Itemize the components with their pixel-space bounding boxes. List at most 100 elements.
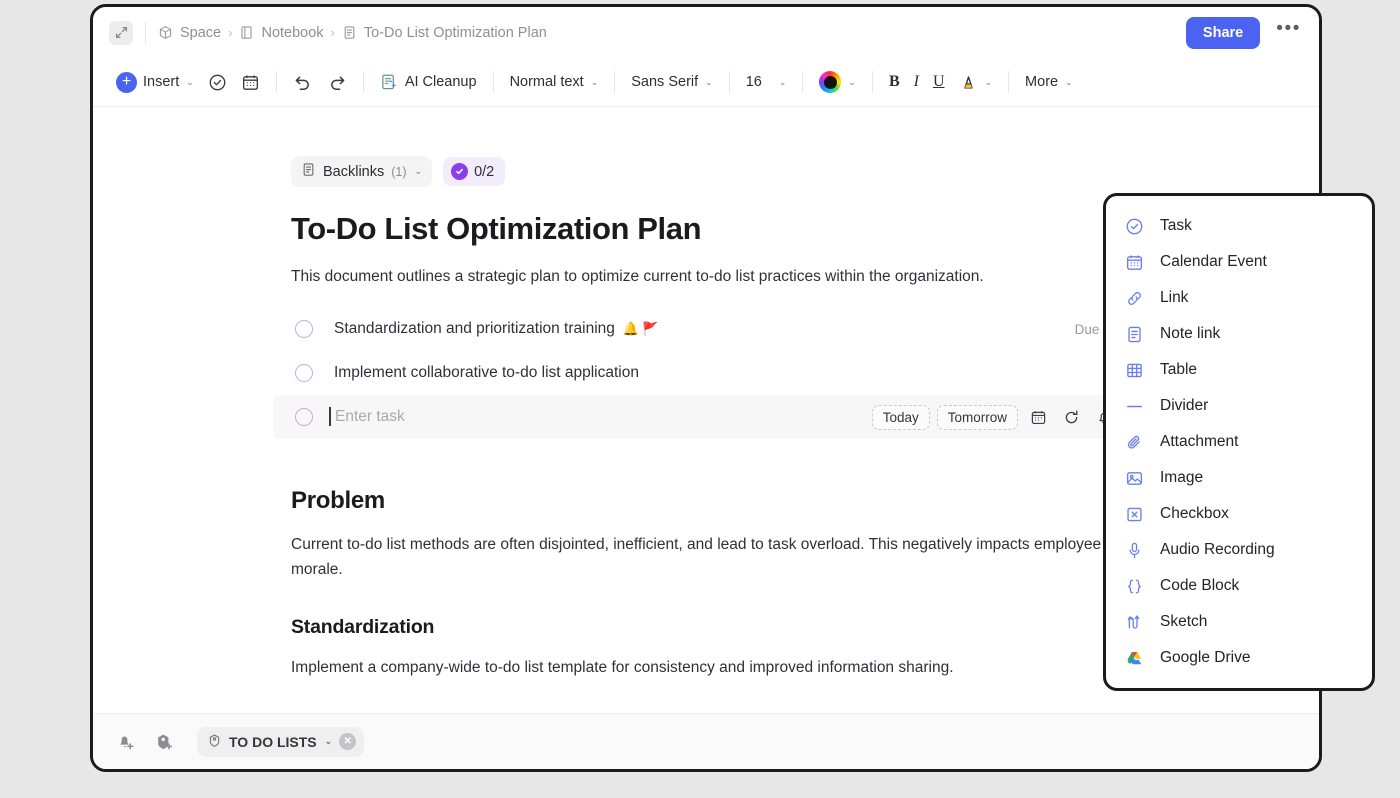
menu-item-label: Sketch [1160,613,1207,631]
toolbar-divider-3 [493,71,494,93]
top-bar: Space › Notebook › [93,7,1319,58]
chevron-down-icon: ⌄ [848,77,856,88]
chevron-down-icon: ⌄ [779,77,787,88]
toolbar-divider-7 [872,71,873,93]
task-emoji-badges: 🔔🚩 [623,321,661,337]
check-circle-icon [208,73,227,92]
menu-item-label: Divider [1160,397,1208,415]
text-color-picker[interactable]: ⌄ [812,67,863,97]
breadcrumb-separator-2: › [331,25,335,40]
add-calendar-event-button[interactable] [234,67,267,97]
tag-icon [207,733,222,751]
chevron-down-icon: ⌄ [985,77,993,88]
underline-label: U [933,73,945,91]
breadcrumb-item-space[interactable]: Space [158,25,221,41]
text-style-value: Normal text [510,74,584,90]
font-size-select[interactable]: 16 ⌄ [739,67,794,97]
bold-button[interactable]: B [882,67,907,97]
share-button[interactable]: Share [1186,17,1260,49]
quick-date-tomorrow[interactable]: Tomorrow [937,405,1018,430]
task-checkbox[interactable] [295,364,313,382]
table-icon [1124,360,1144,380]
note-icon [342,25,357,40]
menu-item-google-drive[interactable]: Google Drive [1106,640,1372,676]
calendar-icon [1124,252,1144,272]
status-bar: TO DO LISTS ⌄ ✕ [93,713,1319,769]
add-reminder-icon[interactable] [115,731,137,753]
repeat-icon[interactable] [1058,404,1084,430]
menu-item-attachment[interactable]: Attachment [1106,424,1372,460]
menu-item-image[interactable]: Image [1106,460,1372,496]
menu-item-audio-recording[interactable]: Audio Recording [1106,532,1372,568]
menu-item-label: Link [1160,289,1188,307]
menu-item-calendar-event[interactable]: Calendar Event [1106,244,1372,280]
menu-item-divider[interactable]: Divider [1106,388,1372,424]
toolbar-divider-6 [802,71,803,93]
highlight-button[interactable]: ⌄ [952,67,1000,97]
calendar-icon[interactable] [1025,404,1051,430]
chevron-down-icon: ⌄ [325,736,333,747]
menu-item-label: Google Drive [1160,649,1250,667]
tag-label: TO DO LISTS [229,734,317,750]
tag-chip[interactable]: TO DO LISTS ⌄ ✕ [197,727,364,757]
task-progress-badge[interactable]: 0/2 [443,157,505,186]
insert-button[interactable]: + Insert ⌄ [109,67,201,97]
menu-item-code-block[interactable]: Code Block [1106,568,1372,604]
bold-label: B [889,73,900,91]
more-options-icon[interactable]: ••• [1272,24,1305,41]
new-task-input[interactable]: Enter task [332,408,405,426]
close-icon[interactable]: ✕ [339,733,356,750]
quick-date-today[interactable]: Today [872,405,930,430]
font-family-value: Sans Serif [631,74,698,90]
menu-item-sketch[interactable]: Sketch [1106,604,1372,640]
check-circle-icon [451,163,468,180]
undo-button[interactable] [286,67,320,97]
menu-item-note-link[interactable]: Note link [1106,316,1372,352]
ai-cleanup-button[interactable]: AI Cleanup [373,67,484,97]
divider-icon [1124,396,1144,416]
toolbar-divider-8 [1008,71,1009,93]
backlinks-chip[interactable]: Backlinks (1) ⌄ [291,156,432,187]
add-tag-icon[interactable] [153,731,175,753]
chevron-down-icon: ⌄ [591,77,599,88]
chevron-down-icon: ⌄ [186,77,194,88]
menu-item-task[interactable]: Task [1106,208,1372,244]
screen: Space › Notebook › [0,0,1400,798]
top-bar-actions: Share ••• [1186,17,1305,49]
text-style-select[interactable]: Normal text ⌄ [503,67,606,97]
insert-label: Insert [143,74,179,90]
menu-item-checkbox[interactable]: Checkbox [1106,496,1372,532]
highlight-pen-icon [959,73,978,92]
checkbox-icon [1124,504,1144,524]
menu-item-label: Audio Recording [1160,541,1275,559]
menu-item-table[interactable]: Table [1106,352,1372,388]
menu-item-link[interactable]: Link [1106,280,1372,316]
menu-item-label: Table [1160,361,1197,379]
breadcrumb-separator: › [228,25,232,40]
microphone-icon [1124,540,1144,560]
note-icon [1124,324,1144,344]
add-task-button[interactable] [201,67,234,97]
underline-button[interactable]: U [926,67,952,97]
breadcrumb-label-space: Space [180,25,221,41]
chevron-down-icon: ⌄ [415,166,423,177]
menu-item-label: Image [1160,469,1203,487]
cube-icon [158,25,173,40]
more-formatting-label: More [1025,74,1058,90]
more-formatting-button[interactable]: More ⌄ [1018,67,1080,97]
expand-arrows-icon[interactable] [109,21,133,45]
redo-button[interactable] [320,67,354,97]
backlinks-label: Backlinks [323,164,384,180]
task-checkbox[interactable] [295,408,313,426]
task-checkbox[interactable] [295,320,313,338]
notebook-icon [239,25,254,40]
italic-button[interactable]: I [907,67,926,97]
insert-dropdown-menu: Task Calendar Event Link [1103,193,1375,691]
task-title: Implement collaborative to-do list appli… [334,364,639,382]
font-family-select[interactable]: Sans Serif ⌄ [624,67,719,97]
toolbar-divider-5 [729,71,730,93]
breadcrumb-item-current[interactable]: To-Do List Optimization Plan [342,25,547,41]
breadcrumb-item-notebook[interactable]: Notebook [239,25,323,41]
chevron-down-icon: ⌄ [705,77,713,88]
link-icon [1124,288,1144,308]
